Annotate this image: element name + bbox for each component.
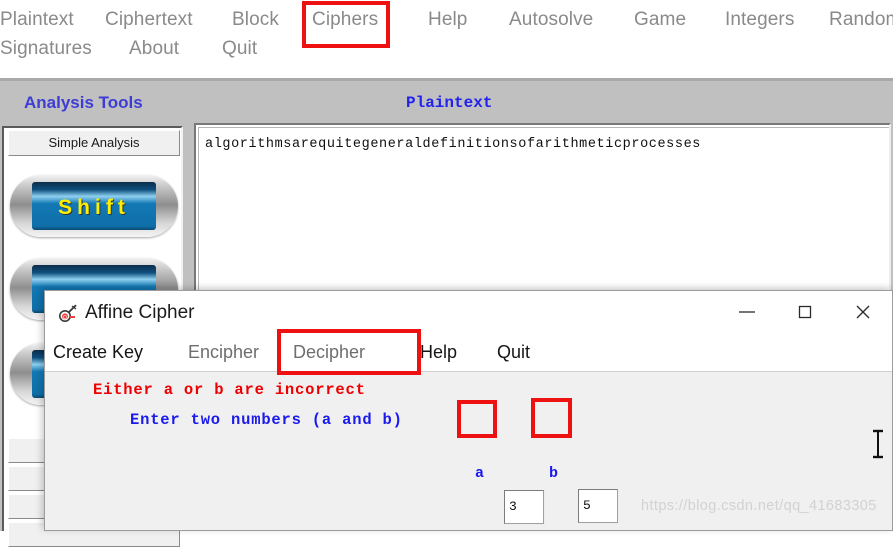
shift-button-label: Shift (58, 196, 130, 219)
main-application-window: Plaintext Ciphertext Block Ciphers Help … (0, 0, 893, 547)
dialog-menu-bar: Create Key Encipher Decipher Help Quit (45, 335, 892, 371)
dialog-menu-encipher[interactable]: Encipher (188, 335, 259, 369)
input-field-b[interactable]: 5 (578, 489, 618, 523)
plaintext-content[interactable]: algorithmsarequitegeneraldefinitionsofar… (199, 128, 889, 152)
affine-cipher-dialog: Q Affine Cipher Create Key Encipher Deci… (44, 290, 893, 531)
tab-simple-analysis[interactable]: Simple Analysis (8, 130, 180, 156)
label-field-b: b (549, 465, 559, 482)
close-icon[interactable] (834, 291, 892, 335)
dialog-titlebar[interactable]: Q Affine Cipher (45, 291, 892, 335)
dialog-menu-create-key[interactable]: Create Key (53, 335, 143, 369)
menu-item-signatures[interactable]: Signatures (0, 32, 92, 66)
input-field-a[interactable]: 3 (504, 490, 544, 524)
key-magnifier-icon: Q (57, 303, 79, 325)
menu-item-quit[interactable]: Quit (222, 32, 257, 66)
menu-item-about[interactable]: About (129, 32, 179, 66)
text-ibeam-cursor (872, 428, 884, 460)
analysis-tools-title: Analysis Tools (24, 93, 143, 112)
error-message: Either a or b are incorrect (93, 381, 366, 399)
shift-button-face: Shift (32, 182, 156, 230)
dialog-title: Affine Cipher (85, 302, 195, 323)
body-top-edge (0, 78, 893, 81)
menu-row-secondary: Signatures About Quit (0, 32, 893, 70)
plaintext-panel-title: Plaintext (406, 94, 493, 112)
dialog-client-area: Either a or b are incorrect Enter two nu… (45, 371, 892, 530)
prompt-message: Enter two numbers (a and b) (130, 411, 403, 429)
label-field-a: a (475, 465, 485, 482)
dialog-menu-quit[interactable]: Quit (497, 335, 530, 369)
dialog-menu-decipher[interactable]: Decipher (293, 335, 365, 369)
main-menu-bar: Plaintext Ciphertext Block Ciphers Help … (0, 0, 893, 79)
dialog-menu-help[interactable]: Help (420, 335, 457, 369)
maximize-icon[interactable] (776, 291, 834, 335)
minimize-icon[interactable] (718, 291, 776, 335)
shift-button[interactable]: Shift (10, 175, 178, 237)
svg-text:Q: Q (63, 315, 67, 321)
